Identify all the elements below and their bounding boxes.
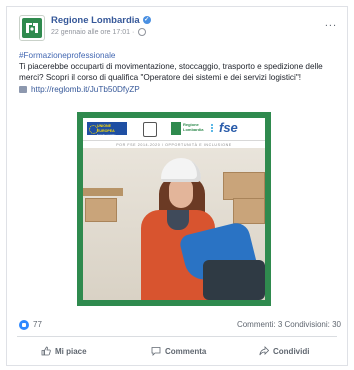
cardboard-box [223,172,265,200]
globe-icon [138,28,147,36]
italian-republic-emblem-icon [143,122,157,137]
link-icon [19,86,27,94]
thumbs-up-icon [41,346,51,356]
page-avatar[interactable] [19,15,45,41]
link-row: http://reglomb.it/JuTb50DfyZP [19,84,341,95]
eu-logo: UNIONE EUROPEA Fondo sociale europeo [87,122,127,142]
share-button[interactable]: Condividi [259,343,309,359]
cardboard-box [85,198,117,222]
post-image[interactable]: UNIONE EUROPEA Fondo sociale europeo Reg… [77,112,271,306]
action-bar: Mi piace Commenta Condividi [7,340,347,362]
comment-button[interactable]: Commenta [151,343,206,359]
machine-base [203,260,265,300]
share-icon [259,346,269,356]
facebook-post: Regione Lombardia ✓ 22 gennaio alle ore 1… [6,6,348,366]
comments-shares-count[interactable]: Commenti: 3 Condivisioni: 30 [237,320,341,329]
worker-face [169,178,193,208]
image-logo-bar: UNIONE EUROPEA Fondo sociale europeo Reg… [83,118,265,142]
likes-count[interactable]: 77 [33,320,42,329]
post-body: Ti piacerebbe occuparti di movimentazion… [19,62,323,82]
post-image-content: UNIONE EUROPEA Fondo sociale europeo Reg… [83,118,265,300]
comment-label: Commenta [165,346,207,356]
post-text: #Formazioneprofessionale Ti piacerebbe o… [19,50,341,95]
worker-photo [83,148,265,300]
verified-badge-icon: ✓ [142,16,151,25]
more-options-button[interactable]: ... [325,17,337,29]
meta-separator: · [131,28,135,36]
post-meta: 22 gennaio alle ore 17:01 · [51,28,147,36]
fse-mark-icon [211,124,219,132]
eu-stars-icon [89,125,98,134]
divider [17,336,337,337]
regione-lombardia-logo-icon [22,18,42,38]
shelf [83,188,123,196]
like-reaction-icon[interactable] [19,320,29,330]
hashtag-link[interactable]: #Formazioneprofessionale [19,50,341,61]
post-timestamp[interactable]: 22 gennaio alle ore 17:01 [51,29,130,36]
fse-logo: fse [219,120,238,135]
region-logo-icon [171,122,181,135]
cardboard-box [233,198,265,224]
post-link[interactable]: http://reglomb.it/JuTb50DfyZP [31,85,140,94]
region-logo-text: Regione Lombardia [183,122,204,132]
like-label: Mi piace [55,346,87,356]
page-name[interactable]: Regione Lombardia [51,15,140,26]
worker-shirt [167,210,189,230]
post-stats: 77 Commenti: 3 Condivisioni: 30 [7,318,347,332]
eu-logo-text: UNIONE EUROPEA [97,124,115,133]
like-button[interactable]: Mi piace [41,343,87,359]
share-label: Condividi [273,346,310,356]
hard-hat [161,158,201,182]
comment-icon [151,347,161,356]
page-name-link[interactable]: Regione Lombardia ✓ [51,15,151,26]
